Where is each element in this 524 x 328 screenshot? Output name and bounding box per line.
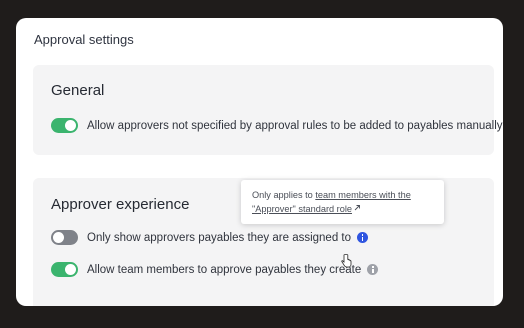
- allow-manual-approvers-label: Allow approvers not specified by approva…: [87, 119, 503, 132]
- approve-own-payables-toggle[interactable]: [51, 262, 78, 277]
- tooltip-link-line1[interactable]: team members with the: [315, 190, 410, 200]
- settings-window: Approval settings General Allow approver…: [16, 18, 503, 306]
- role-tooltip: Only applies to team members with the "A…: [241, 180, 444, 224]
- only-show-assigned-toggle[interactable]: [51, 230, 78, 245]
- setting-row-allow-manual-approvers: Allow approvers not specified by approva…: [51, 118, 503, 133]
- approve-own-payables-label: Allow team members to approve payables t…: [87, 263, 362, 276]
- toggle-knob: [53, 232, 64, 243]
- setting-row-approve-own-payables: Allow team members to approve payables t…: [51, 262, 379, 277]
- allow-manual-approvers-toggle[interactable]: [51, 118, 78, 133]
- info-icon[interactable]: [357, 232, 369, 243]
- toggle-knob: [65, 120, 76, 131]
- approver-experience-title: Approver experience: [51, 196, 190, 213]
- page-title: Approval settings: [34, 32, 134, 47]
- general-section: General Allow approvers not specified by…: [33, 65, 503, 155]
- pointer-cursor-icon: [341, 254, 352, 268]
- info-icon[interactable]: [367, 264, 379, 275]
- general-section-title: General: [51, 82, 105, 99]
- toggle-knob: [65, 264, 76, 275]
- tooltip-link-line2[interactable]: "Approver" standard role: [252, 204, 352, 214]
- tooltip-prefix: Only applies to: [252, 190, 316, 200]
- setting-row-only-show-assigned: Only show approvers payables they are as…: [51, 230, 369, 245]
- only-show-assigned-label: Only show approvers payables they are as…: [87, 231, 352, 244]
- external-link-icon[interactable]: [353, 204, 361, 212]
